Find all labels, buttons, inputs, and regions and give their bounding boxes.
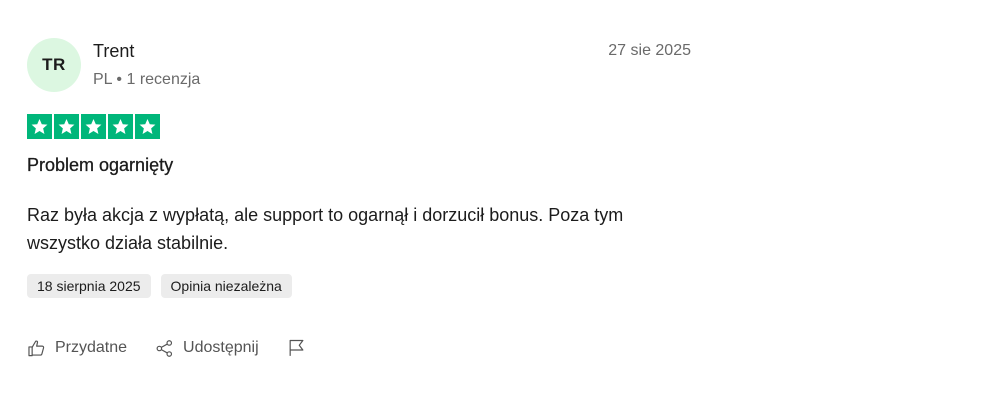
flag-icon [289,339,304,356]
review-body: Raz była akcja z wypłatą, ale support to… [27,205,624,253]
star-icon [27,114,52,139]
star-icon [108,114,133,139]
helpful-button[interactable]: Przydatne [27,339,127,358]
star-icon [54,114,79,139]
star-icon [135,114,160,139]
review-card: TR Trent PL • 1 recenzja 27 sie 2025 Pro… [27,38,691,357]
reviewer-meta: PL • 1 recenzja [93,71,201,88]
thumbs-up-icon [28,339,45,356]
helpful-label: Przydatne [55,339,128,356]
review-actions: Przydatne Udostępnij [27,338,334,358]
reviewer-name[interactable]: Trent [93,41,134,62]
review-tags: 18 sierpnia 2025 Opinia niezależna [27,274,292,298]
report-button[interactable] [287,338,306,358]
avatar[interactable]: TR [27,38,81,92]
star-icon [81,114,106,139]
share-label: Udostępnij [183,339,259,356]
review-title[interactable]: Problem ogarnięty [27,155,173,176]
share-button[interactable]: Udostępnij [155,339,259,358]
verification-badge[interactable]: Opinia niezależna [160,274,292,298]
review-header: TR Trent PL • 1 recenzja 27 sie 2025 [27,38,691,94]
star-rating [27,114,160,139]
review-date: 27 sie 2025 [608,42,691,59]
share-icon [156,339,173,357]
experience-date-badge: 18 sierpnia 2025 [27,274,151,298]
